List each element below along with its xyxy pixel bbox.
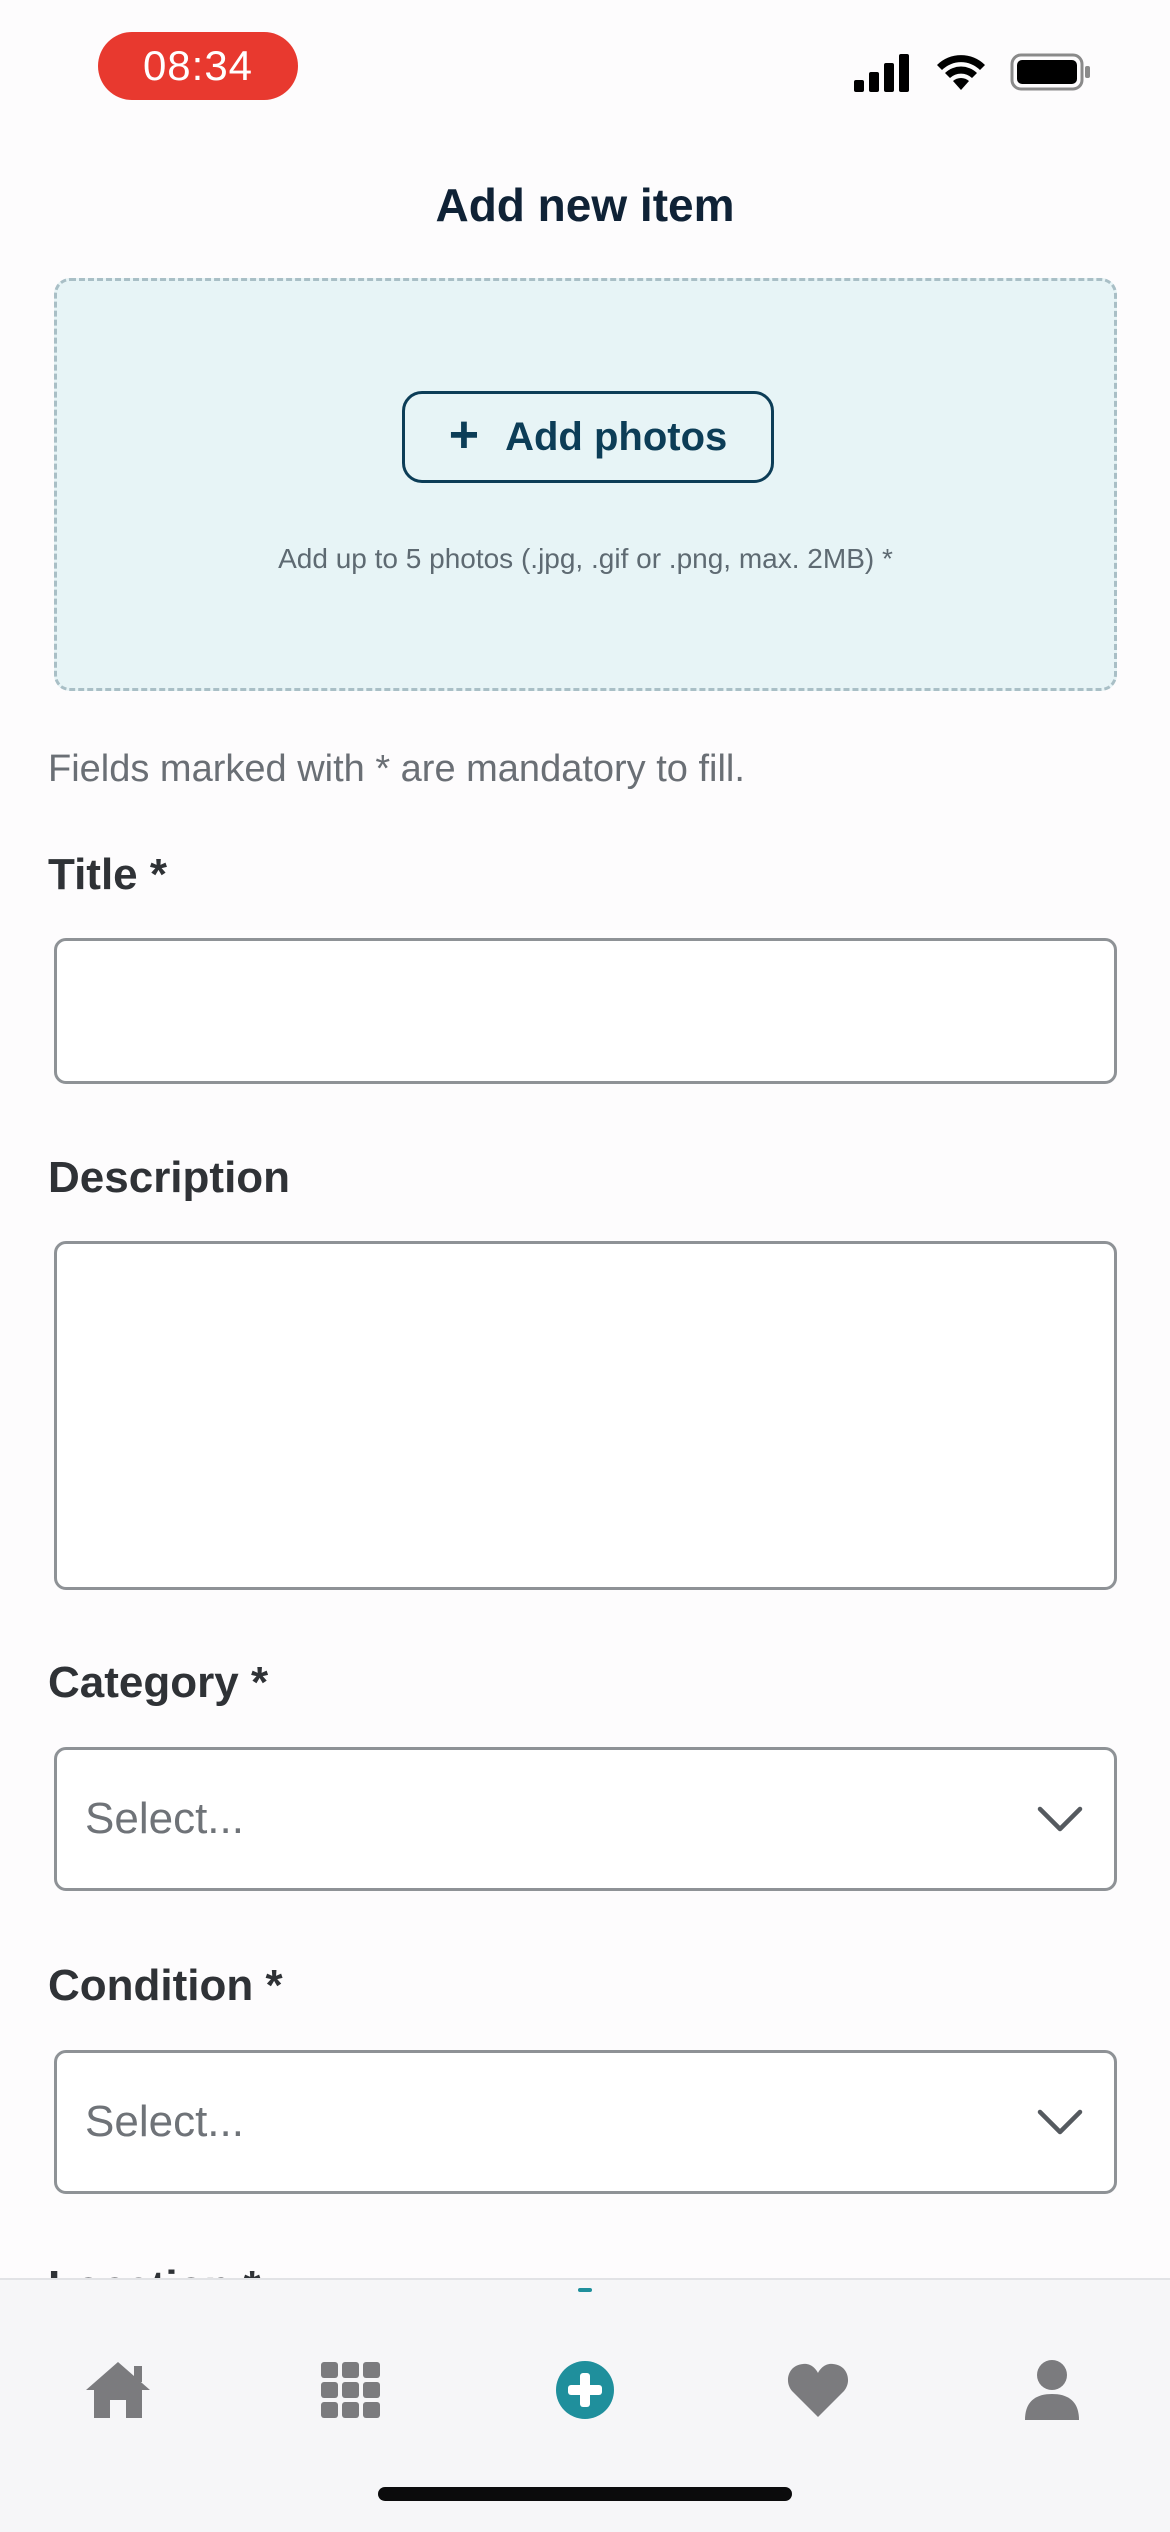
- grid-icon: [321, 2362, 380, 2418]
- category-select[interactable]: Select...: [54, 1747, 1117, 1891]
- mandatory-note: Fields marked with * are mandatory to fi…: [48, 748, 745, 790]
- home-icon: [86, 2362, 150, 2418]
- description-textarea[interactable]: [54, 1241, 1117, 1590]
- nav-categories[interactable]: [291, 2330, 411, 2450]
- title-label: Title *: [48, 850, 168, 899]
- status-icons: [852, 52, 1092, 92]
- heart-icon: [787, 2363, 849, 2417]
- plus-icon: +: [448, 406, 480, 464]
- category-selected-value: Select...: [85, 1794, 244, 1843]
- add-circle-icon: [556, 2361, 614, 2419]
- nav-add-item[interactable]: [525, 2330, 645, 2450]
- user-icon: [1025, 2360, 1079, 2420]
- status-bar: 08:34: [0, 0, 1170, 140]
- title-input[interactable]: [54, 938, 1117, 1084]
- condition-selected-value: Select...: [85, 2097, 244, 2146]
- nav-favorites[interactable]: [758, 2330, 878, 2450]
- active-tab-indicator: [578, 2288, 592, 2292]
- nav-profile[interactable]: [992, 2330, 1112, 2450]
- cellular-signal-icon: [854, 54, 909, 92]
- status-time: 08:34: [98, 32, 298, 100]
- chevron-down-icon: [1037, 1806, 1083, 1832]
- category-label: Category *: [48, 1658, 269, 1707]
- photo-dropzone[interactable]: + Add photos Add up to 5 photos (.jpg, .…: [54, 278, 1117, 691]
- battery-icon: [1010, 53, 1090, 91]
- chevron-down-icon: [1037, 2109, 1083, 2135]
- add-photos-label: Add photos: [505, 414, 728, 459]
- description-label: Description: [48, 1153, 291, 1202]
- wifi-icon: [937, 55, 985, 90]
- nav-home[interactable]: [58, 2330, 178, 2450]
- condition-select[interactable]: Select...: [54, 2050, 1117, 2194]
- photo-upload-hint: Add up to 5 photos (.jpg, .gif or .png, …: [278, 543, 893, 574]
- home-indicator: [378, 2487, 792, 2501]
- add-photos-button[interactable]: + Add photos: [402, 391, 774, 483]
- condition-label: Condition *: [48, 1961, 283, 2010]
- page-title: Add new item: [435, 179, 735, 231]
